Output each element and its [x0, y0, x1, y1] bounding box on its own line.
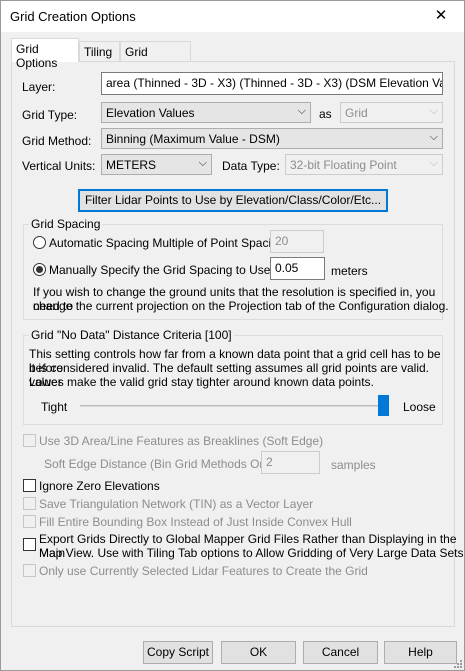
- spacing-units-label: meters: [331, 264, 368, 278]
- grid-creation-dialog: Grid Creation Options ✕ Grid Options Til…: [0, 0, 465, 671]
- spacing-note-line2: change the current projection on the Pro…: [33, 299, 449, 313]
- copy-script-button[interactable]: Copy Script: [143, 641, 213, 664]
- layer-field[interactable]: area (Thinned - 3D - X3) (Thinned - 3D -…: [101, 72, 443, 95]
- loose-label: Loose: [403, 400, 436, 414]
- ok-label: OK: [249, 645, 268, 659]
- tight-label: Tight: [41, 400, 68, 414]
- export-grids-checkbox[interactable]: [23, 538, 36, 551]
- ignore-zero-label: Ignore Zero Elevations: [39, 479, 160, 493]
- window-title: Grid Creation Options: [10, 9, 136, 24]
- save-tin-checkbox[interactable]: [23, 497, 36, 510]
- chevron-down-icon: ⌵: [198, 157, 207, 169]
- export-grids-label-line2: Map View. Use with Tiling Tab options to…: [39, 546, 464, 560]
- chevron-down-icon: ⌵: [297, 105, 306, 117]
- vertical-units-select[interactable]: METERS ⌵: [101, 154, 212, 175]
- fill-bbox-label: Fill Entire Bounding Box Instead of Just…: [39, 515, 352, 529]
- grid-type-label: Grid Type:: [22, 108, 78, 122]
- grid-type-select[interactable]: Elevation Values ⌵: [101, 102, 311, 123]
- data-type-select[interactable]: 32-bit Floating Point ⌵: [285, 154, 443, 175]
- soft-edge-field[interactable]: 2: [261, 451, 320, 474]
- fill-bbox-checkbox[interactable]: [23, 515, 36, 528]
- chevron-down-icon: ⌵: [429, 105, 438, 117]
- breaklines-checkbox[interactable]: [23, 434, 36, 447]
- cancel-button[interactable]: Cancel: [303, 641, 378, 664]
- manual-spacing-value: 0.05: [275, 261, 299, 275]
- title-bar[interactable]: Grid Creation Options ✕: [1, 1, 464, 32]
- tab-grid-options[interactable]: Grid Options: [11, 38, 79, 70]
- grid-output-select[interactable]: Grid ⌵: [340, 102, 443, 123]
- selected-only-checkbox[interactable]: [23, 564, 36, 577]
- manual-spacing-field[interactable]: 0.05: [270, 257, 325, 280]
- resize-grip-icon[interactable]: [452, 658, 462, 668]
- tab-tiling-label: Tiling: [84, 45, 113, 59]
- slider-track[interactable]: [80, 405, 385, 407]
- manual-spacing-label: Manually Specify the Grid Spacing to Use…: [49, 263, 274, 277]
- soft-edge-units: samples: [331, 458, 376, 472]
- auto-spacing-label: Automatic Spacing Multiple of Point Spac…: [49, 236, 288, 250]
- chevron-down-icon: ⌵: [429, 157, 438, 169]
- auto-spacing-value: 20: [275, 234, 289, 248]
- vertical-units-value: METERS: [106, 158, 157, 172]
- data-type-value: 32-bit Floating Point: [290, 158, 397, 172]
- no-data-slider-thumb[interactable]: [378, 395, 389, 416]
- layer-value: area (Thinned - 3D - X3) (Thinned - 3D -…: [106, 76, 443, 90]
- copy-script-label: Copy Script: [146, 645, 210, 659]
- grid-method-value: Binning (Maximum Value - DSM): [106, 132, 280, 146]
- vertical-units-label: Vertical Units:: [22, 159, 96, 173]
- as-label: as: [319, 107, 332, 121]
- grid-method-select[interactable]: Binning (Maximum Value - DSM) ⌵: [101, 128, 443, 149]
- layer-label: Layer:: [22, 80, 56, 94]
- close-icon[interactable]: ✕: [426, 3, 456, 29]
- tab-tiling[interactable]: Tiling: [79, 41, 120, 61]
- grid-method-label: Grid Method:: [22, 134, 92, 148]
- grid-spacing-title: Grid Spacing: [29, 217, 103, 231]
- ignore-zero-checkbox[interactable]: [23, 479, 36, 492]
- cancel-label: Cancel: [321, 645, 360, 659]
- help-label: Help: [408, 645, 433, 659]
- filter-lidar-button[interactable]: Filter Lidar Points to Use by Elevation/…: [78, 189, 388, 212]
- auto-spacing-field[interactable]: 20: [270, 230, 324, 253]
- no-data-title: Grid "No Data" Distance Criteria [100]: [29, 328, 234, 342]
- selected-only-label: Only use Currently Selected Lidar Featur…: [39, 564, 368, 578]
- filter-lidar-label: Filter Lidar Points to Use by Elevation/…: [84, 193, 382, 207]
- chevron-down-icon: ⌵: [429, 131, 438, 143]
- no-data-desc-line3: values make the valid grid stay tighter …: [29, 375, 374, 389]
- radio-selected-dot: [36, 266, 43, 273]
- auto-spacing-radio[interactable]: [33, 236, 46, 249]
- ok-button[interactable]: OK: [221, 641, 296, 664]
- soft-edge-label: Soft Edge Distance (Bin Grid Methods Onl…: [44, 457, 283, 471]
- tab-grid-bounds[interactable]: Grid Bounds: [120, 41, 191, 73]
- help-button[interactable]: Help: [384, 641, 457, 664]
- manual-spacing-radio[interactable]: [33, 263, 46, 276]
- data-type-label: Data Type:: [222, 159, 280, 173]
- grid-output-value: Grid: [345, 106, 368, 120]
- soft-edge-value: 2: [266, 455, 273, 469]
- breaklines-label: Use 3D Area/Line Features as Breaklines …: [39, 434, 324, 448]
- tab-grid-options-label: Grid Options: [16, 42, 58, 70]
- grid-type-value: Elevation Values: [106, 106, 195, 120]
- save-tin-label: Save Triangulation Network (TIN) as a Ve…: [39, 497, 314, 511]
